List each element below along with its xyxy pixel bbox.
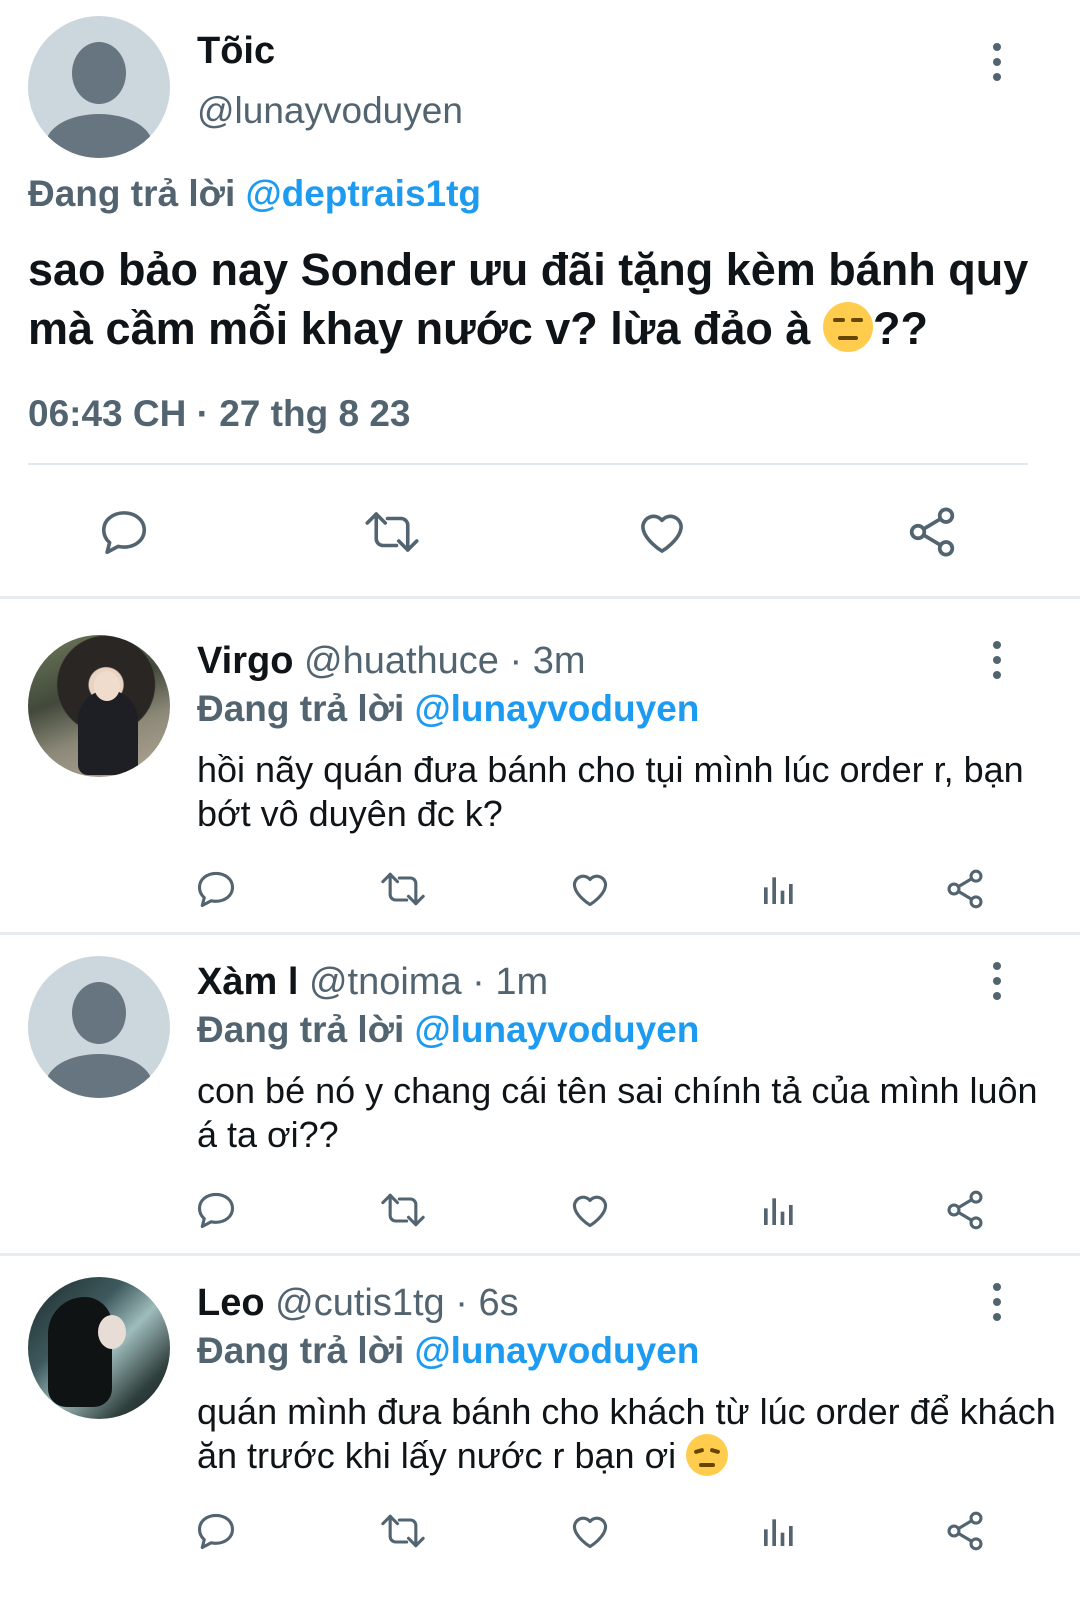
reply-time: · 6s [455, 1282, 519, 1324]
replying-prefix: Đang trả lời [197, 688, 405, 729]
author-name[interactable]: Leo [197, 1282, 265, 1324]
author-name[interactable]: Tõic [197, 30, 275, 73]
reply-icon[interactable] [193, 866, 239, 912]
replying-to: Đang trả lời @lunayvoduyen [197, 1009, 699, 1051]
like-icon[interactable] [567, 866, 613, 912]
divider [0, 596, 1080, 599]
replying-prefix: Đang trả lời [197, 1009, 405, 1050]
reply-tweet[interactable]: Virgo @huathuce · 3m Đang trả lời @lunay… [0, 612, 1080, 932]
avatar[interactable] [28, 956, 170, 1098]
like-icon[interactable] [567, 1187, 613, 1233]
reply-time: · 1m [472, 961, 549, 1003]
like-icon[interactable] [632, 502, 692, 562]
tweet-text: sao bảo nay Sonder ưu đãi tặng kèm bánh … [28, 240, 1068, 358]
reply-text: con bé nó y chang cái tên sai chính tả c… [197, 1070, 1038, 1155]
replying-to-link[interactable]: @lunayvoduyen [415, 688, 700, 729]
unamused-emoji-icon [822, 302, 873, 352]
retweet-icon[interactable] [378, 1508, 428, 1554]
more-options-icon[interactable] [982, 638, 1012, 682]
avatar[interactable] [28, 16, 170, 158]
analytics-icon[interactable] [756, 866, 802, 912]
replying-to: Đang trả lời @lunayvoduyen [197, 1330, 699, 1372]
replying-to-link[interactable]: @lunayvoduyen [415, 1330, 700, 1371]
analytics-icon[interactable] [756, 1187, 802, 1233]
more-options-icon[interactable] [982, 1280, 1012, 1324]
author-name[interactable]: Virgo [197, 640, 293, 682]
reply-tweet[interactable]: Xàm l @tnoima · 1m Đang trả lời @lunayvo… [0, 935, 1080, 1253]
share-icon[interactable] [942, 1508, 988, 1554]
retweet-icon[interactable] [360, 502, 424, 562]
replying-to: Đang trả lời @lunayvoduyen [197, 688, 699, 730]
reply-icon[interactable] [193, 1508, 239, 1554]
reply-header: Leo @cutis1tg · 6s [197, 1282, 519, 1325]
avatar[interactable] [28, 635, 170, 777]
replying-to: Đang trả lời @deptrais1tg [28, 173, 481, 215]
disappointed-emoji-icon [686, 1434, 729, 1476]
reply-icon[interactable] [193, 1187, 239, 1233]
divider [28, 463, 1028, 465]
share-icon[interactable] [942, 866, 988, 912]
avatar[interactable] [28, 1277, 170, 1419]
analytics-icon[interactable] [756, 1508, 802, 1554]
reply-text: quán mình đưa bánh cho khách từ lúc orde… [197, 1390, 1057, 1478]
reply-header: Xàm l @tnoima · 1m [197, 961, 548, 1004]
author-handle[interactable]: @tnoima [309, 961, 462, 1003]
reply-time: · 3m [509, 640, 586, 682]
author-handle[interactable]: @huathuce [304, 640, 499, 682]
more-options-icon[interactable] [982, 959, 1012, 1003]
reply-text-body: quán mình đưa bánh cho khách từ lúc orde… [197, 1391, 1056, 1476]
share-icon[interactable] [902, 502, 962, 562]
reply-text: hồi nãy quán đưa bánh cho tụi mình lúc o… [197, 749, 1024, 834]
main-tweet: Tõic @lunayvoduyen Đang trả lời @deptrai… [0, 0, 1080, 612]
retweet-icon[interactable] [378, 1187, 428, 1233]
author-handle[interactable]: @lunayvoduyen [197, 90, 463, 132]
more-options-icon[interactable] [982, 40, 1012, 84]
share-icon[interactable] [942, 1187, 988, 1233]
tweet-text-suffix: ?? [872, 303, 928, 354]
reply-icon[interactable] [94, 502, 154, 562]
like-icon[interactable] [567, 1508, 613, 1554]
replying-prefix: Đang trả lời [197, 1330, 405, 1371]
reply-header: Virgo @huathuce · 3m [197, 640, 586, 683]
tweet-timestamp[interactable]: 06:43 CH · 27 thg 8 23 [28, 393, 410, 435]
author-handle[interactable]: @cutis1tg [275, 1282, 445, 1324]
replying-to-link[interactable]: @lunayvoduyen [415, 1009, 700, 1050]
replying-to-link[interactable]: @deptrais1tg [246, 173, 482, 214]
author-name[interactable]: Xàm l [197, 961, 298, 1003]
replying-prefix: Đang trả lời [28, 173, 236, 214]
reply-tweet[interactable]: Leo @cutis1tg · 6s Đang trả lời @lunayvo… [0, 1256, 1080, 1607]
retweet-icon[interactable] [378, 866, 428, 912]
